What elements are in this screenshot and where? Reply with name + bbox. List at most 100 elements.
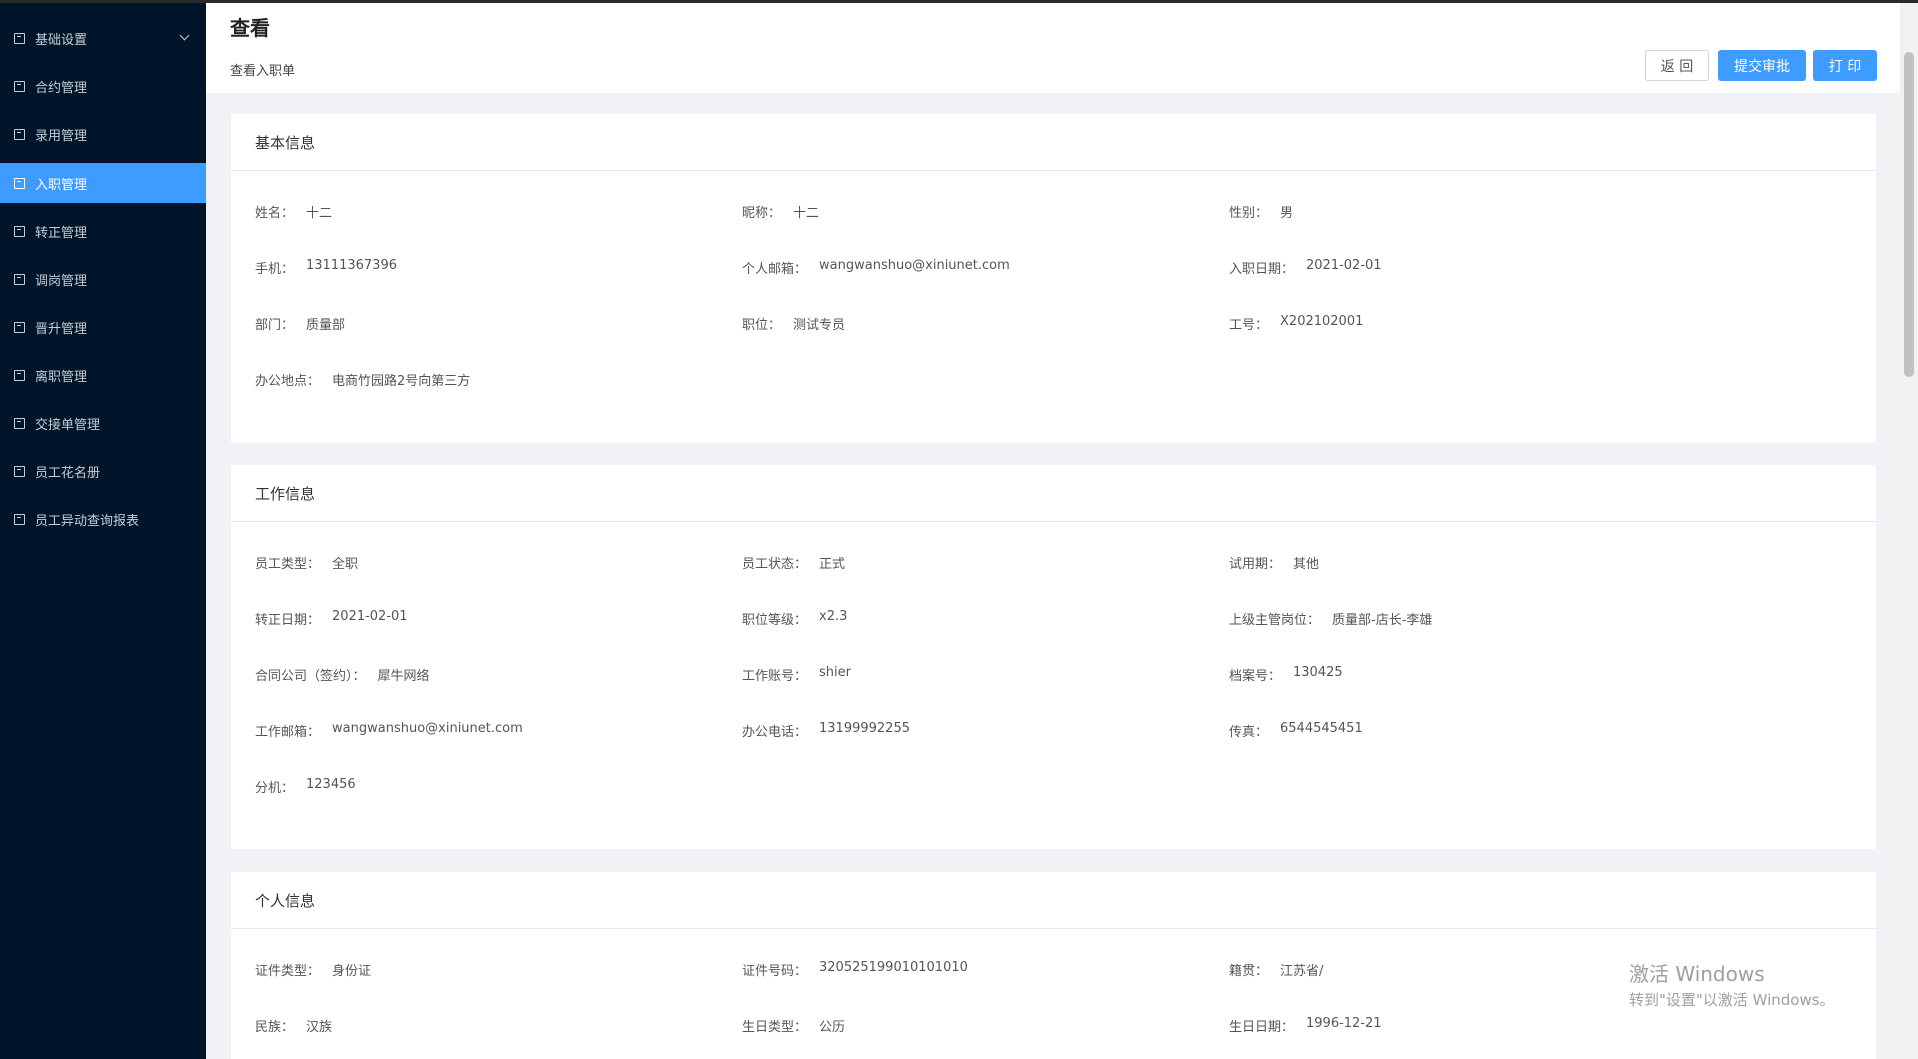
field-label: 合同公司（签约）：: [255, 669, 366, 684]
sidebar-item-transfer[interactable]: 调岗管理: [0, 259, 206, 299]
sidebar-item-hiring[interactable]: 录用管理: [0, 114, 206, 154]
field-nickname: 昵称： 十二: [742, 202, 819, 221]
main-content: 查看 查看入职单 返 回 提交审批 打 印 基本信息 姓名： 十二 昵称： 十二…: [206, 0, 1900, 1059]
page-header: 查看 查看入职单 返 回 提交审批 打 印: [206, 3, 1900, 93]
field-position: 职位： 测试专员: [742, 314, 845, 333]
sidebar-item-resignation[interactable]: 离职管理: [0, 355, 206, 395]
field-label: 性别：: [1229, 206, 1269, 221]
field-birthday-type: 生日类型： 公历: [742, 1016, 845, 1035]
field-office-phone: 办公电话： 13199992255: [742, 721, 910, 740]
field-extension: 分机： 123456: [255, 777, 356, 796]
field-label: 工号：: [1229, 318, 1269, 333]
field-label: 证件类型：: [255, 964, 321, 979]
field-gender: 性别： 男: [1229, 202, 1293, 221]
print-button[interactable]: 打 印: [1813, 50, 1877, 81]
field-value: x2.3: [819, 609, 848, 624]
basic-info-card: 基本信息 姓名： 十二 昵称： 十二 性别： 男 手机： 13111367396…: [231, 114, 1876, 443]
field-value: 公历: [819, 1020, 846, 1035]
field-label: 证件号码：: [742, 964, 808, 979]
field-value: wangwanshuo@xiniunet.com: [819, 258, 1010, 273]
watermark-line2: 转到"设置"以激活 Windows。: [1629, 991, 1835, 1009]
sidebar-item-label: 员工花名册: [35, 465, 101, 481]
section-title: 个人信息: [231, 872, 1876, 929]
sidebar-item-contract[interactable]: 合约管理: [0, 66, 206, 106]
field-value: shier: [819, 665, 851, 680]
back-button[interactable]: 返 回: [1645, 50, 1709, 81]
upgrade-icon: [14, 321, 25, 333]
field-personal-email: 个人邮箱： wangwanshuo@xiniunet.com: [742, 258, 1010, 277]
field-value: 6544545451: [1280, 721, 1363, 736]
field-probation: 试用期： 其他: [1229, 553, 1319, 572]
field-work-account: 工作账号： shier: [742, 665, 851, 684]
field-label: 办公电话：: [742, 725, 808, 740]
field-name: 姓名： 十二: [255, 202, 332, 221]
field-label: 员工类型：: [255, 557, 321, 572]
sidebar-item-handover[interactable]: 交接单管理: [0, 403, 206, 443]
field-value: 江苏省/: [1280, 964, 1324, 979]
sidebar-item-label: 基础设置: [35, 32, 88, 48]
sidebar-item-promotion[interactable]: 晋升管理: [0, 307, 206, 347]
field-value: 320525199010101010: [819, 960, 968, 975]
field-value: X202102001: [1280, 314, 1364, 329]
document-icon: [14, 177, 25, 189]
field-value: 质量部: [306, 318, 346, 333]
field-value: 质量部-店长-李雄: [1332, 613, 1433, 628]
field-value: 十二: [306, 206, 333, 221]
field-native-place: 籍贯： 江苏省/: [1229, 960, 1323, 979]
field-office-location: 办公地点： 电商竹园路2号向第三方: [255, 370, 470, 389]
field-label: 入职日期：: [1229, 262, 1295, 277]
field-label: 试用期：: [1229, 557, 1282, 572]
grid-icon: [14, 225, 25, 237]
field-label: 传真：: [1229, 725, 1269, 740]
field-value: 其他: [1293, 557, 1320, 572]
field-label: 手机：: [255, 262, 295, 277]
field-label: 员工状态：: [742, 557, 808, 572]
sidebar-item-label: 交接单管理: [35, 417, 101, 433]
field-value: 13199992255: [819, 721, 910, 736]
field-label: 工作邮箱：: [255, 725, 321, 740]
field-label: 上级主管岗位：: [1229, 613, 1321, 628]
field-value: 正式: [819, 557, 846, 572]
report-icon: [14, 513, 25, 525]
sidebar-item-report[interactable]: 员工异动查询报表: [0, 499, 206, 539]
field-fax: 传真： 6544545451: [1229, 721, 1363, 740]
field-employee-status: 员工状态： 正式: [742, 553, 845, 572]
field-label: 生日类型：: [742, 1020, 808, 1035]
sidebar-item-regularization[interactable]: 转正管理: [0, 211, 206, 251]
sidebar-item-onboarding[interactable]: 入职管理: [0, 163, 206, 203]
field-value: 13111367396: [306, 258, 397, 273]
calendar-icon: [14, 80, 25, 92]
field-value: 男: [1280, 206, 1294, 221]
field-label: 档案号：: [1229, 669, 1282, 684]
copy-icon: [14, 417, 25, 429]
field-id-number: 证件号码： 320525199010101010: [742, 960, 968, 979]
sidebar-item-basic-settings[interactable]: 基础设置: [0, 18, 206, 58]
field-label: 办公地点：: [255, 374, 321, 389]
field-value: 身份证: [332, 964, 372, 979]
field-value: wangwanshuo@xiniunet.com: [332, 721, 523, 736]
sidebar: 基础设置 合约管理 录用管理 入职管理 转正管理 调岗管理 晋升管理 离职管理 …: [0, 0, 206, 1059]
user-icon: [14, 273, 25, 285]
sidebar-item-roster[interactable]: 员工花名册: [0, 451, 206, 491]
field-label: 职位：: [742, 318, 782, 333]
window-top-border: [0, 0, 1918, 3]
field-value: 1996-12-21: [1306, 1016, 1382, 1031]
sidebar-item-label: 合约管理: [35, 80, 88, 96]
sidebar-item-label: 录用管理: [35, 128, 88, 144]
field-value: 123456: [306, 777, 356, 792]
field-value: 全职: [332, 557, 359, 572]
field-birthday: 生日日期： 1996-12-21: [1229, 1016, 1382, 1035]
field-label: 职位等级：: [742, 613, 808, 628]
field-label: 转正日期：: [255, 613, 321, 628]
field-contract-company: 合同公司（签约）： 犀牛网络: [255, 665, 430, 684]
roster-icon: [14, 465, 25, 477]
section-title: 基本信息: [231, 114, 1876, 171]
field-value: 电商竹园路2号向第三方: [332, 374, 471, 389]
sidebar-item-label: 转正管理: [35, 225, 88, 241]
field-onboard-date: 入职日期： 2021-02-01: [1229, 258, 1382, 277]
work-info-card: 工作信息 员工类型： 全职 员工状态： 正式 试用期： 其他 转正日期： 202…: [231, 465, 1876, 849]
submit-approval-button[interactable]: 提交审批: [1718, 50, 1806, 81]
field-department: 部门： 质量部: [255, 314, 345, 333]
field-value: 测试专员: [793, 318, 846, 333]
scrollbar-thumb[interactable]: [1904, 52, 1914, 377]
